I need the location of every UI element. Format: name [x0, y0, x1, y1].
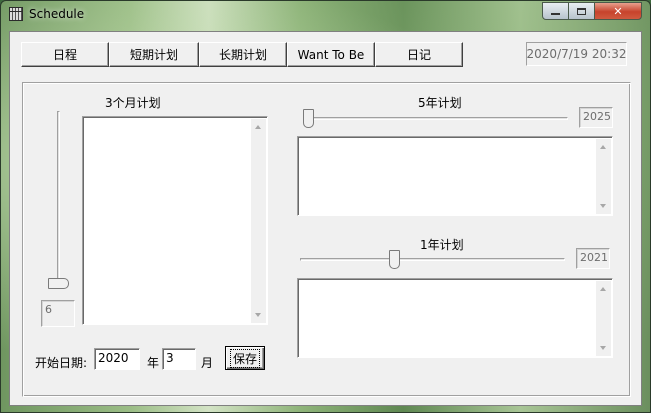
plan-1year-slider-thumb[interactable] — [388, 250, 400, 269]
scroll-up-icon[interactable] — [600, 287, 606, 291]
start-date-label: 开始日期: — [35, 356, 88, 370]
plan-5year-slider-track[interactable] — [303, 117, 568, 120]
calendar-app-icon — [9, 7, 23, 21]
plan-5year-slider-value: 2025 — [579, 107, 613, 128]
start-year-input[interactable]: 2020 — [94, 348, 140, 370]
save-button-label: 保存 — [229, 348, 260, 368]
plan-panel: 3个月计划 6 5年计划 2025 1年计划 2021 开始日期: 2020 年… — [22, 82, 631, 397]
plan-1year-slider-track[interactable] — [300, 258, 565, 261]
close-icon: ✕ — [613, 4, 623, 18]
tab-long-term-plan[interactable]: 长期计划 — [199, 42, 287, 67]
close-button[interactable]: ✕ — [594, 2, 642, 20]
plan-5year-label: 5年计划 — [418, 96, 462, 110]
plan-3month-scrollbar[interactable] — [251, 119, 266, 323]
scroll-up-icon[interactable] — [255, 125, 261, 129]
scroll-down-icon[interactable] — [600, 346, 606, 350]
minimize-button[interactable] — [542, 2, 569, 20]
plan-3month-textarea[interactable] — [82, 116, 268, 325]
scroll-down-icon[interactable] — [600, 204, 606, 208]
plan-5year-textarea[interactable] — [297, 136, 613, 216]
plan-5year-scrollbar[interactable] — [596, 139, 611, 214]
window-frame: Schedule ✕ 日程 短期计划 长期计划 Want To Be 日记 20… — [0, 0, 651, 413]
client-area: 日程 短期计划 长期计划 Want To Be 日记 2020/7/19 20:… — [9, 31, 642, 406]
plan-3month-label: 3个月计划 — [105, 96, 161, 110]
plan-1year-slider-value: 2021 — [576, 248, 610, 269]
minimize-icon — [551, 13, 560, 15]
plan-3month-slider-value: 6 — [41, 300, 75, 327]
window-title: Schedule — [29, 7, 85, 21]
maximize-icon — [577, 7, 586, 15]
plan-1year-textarea[interactable] — [297, 278, 613, 358]
scroll-down-icon[interactable] — [255, 313, 261, 317]
tab-schedule[interactable]: 日程 — [21, 42, 109, 67]
year-unit-label: 年 — [147, 356, 160, 370]
tab-diary[interactable]: 日记 — [375, 42, 463, 67]
plan-3month-slider-track[interactable] — [57, 111, 60, 289]
plan-5year-slider-thumb[interactable] — [303, 109, 314, 128]
title-bar[interactable]: Schedule ✕ — [1, 1, 650, 29]
datetime-display: 2020/7/19 20:32 — [526, 42, 627, 66]
maximize-button[interactable] — [568, 2, 595, 20]
plan-1year-label: 1年计划 — [420, 238, 464, 252]
start-month-input[interactable]: 3 — [162, 348, 196, 370]
plan-3month-slider-thumb[interactable] — [48, 278, 69, 289]
tab-want-to-be[interactable]: Want To Be — [287, 42, 375, 67]
save-button[interactable]: 保存 — [225, 346, 265, 370]
tab-short-term-plan[interactable]: 短期计划 — [109, 42, 199, 67]
month-unit-label: 月 — [201, 356, 214, 370]
plan-1year-scrollbar[interactable] — [596, 281, 611, 356]
scroll-up-icon[interactable] — [600, 145, 606, 149]
